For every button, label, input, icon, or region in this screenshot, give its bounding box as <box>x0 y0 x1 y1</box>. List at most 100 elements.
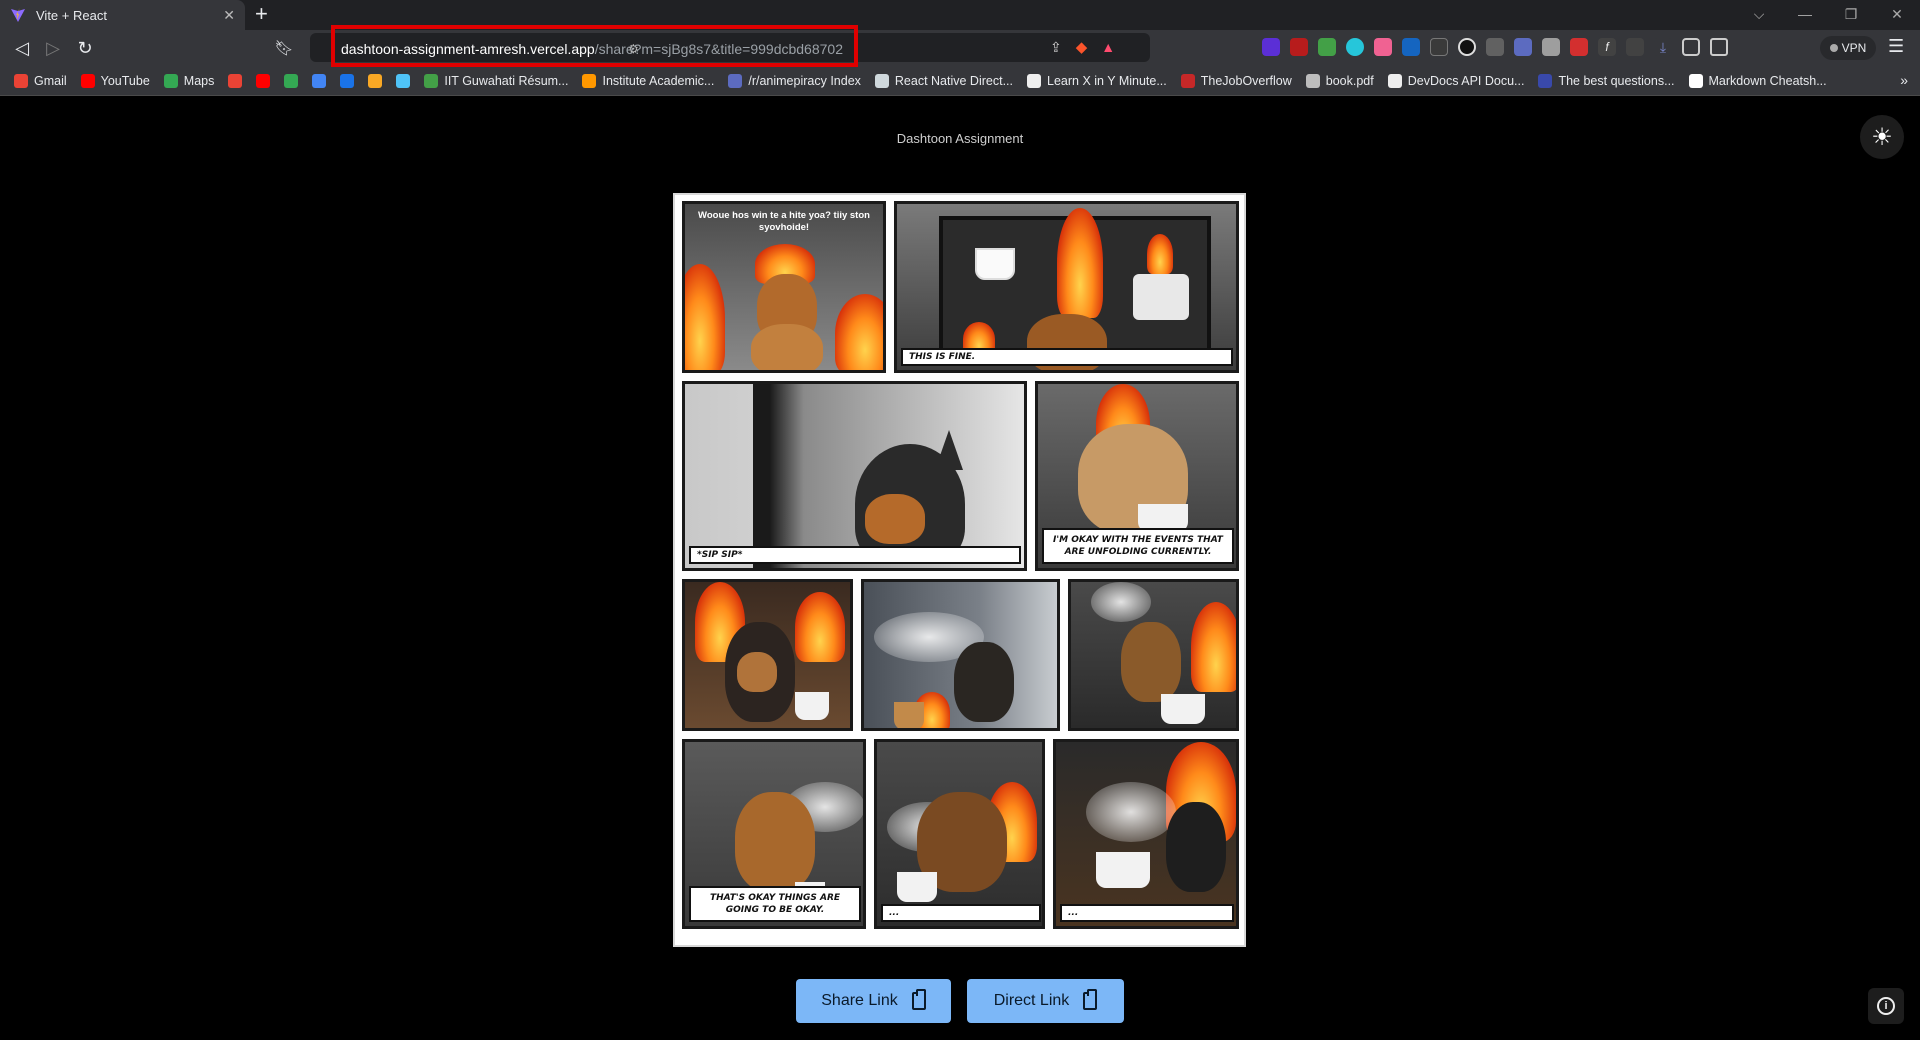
navigation-bar: ◁ ▷ ↻ 🔖︎ ⚙ dashtoon-assignment-amresh.ve… <box>0 30 1920 66</box>
address-bar[interactable]: ⚙ dashtoon-assignment-amresh.vercel.app/… <box>310 33 1150 62</box>
bookmark-item[interactable]: Markdown Cheatsh... <box>1688 73 1827 88</box>
bookmark-label: /r/animepiracy Index <box>748 73 861 88</box>
bookmark-label: Learn X in Y Minute... <box>1047 73 1167 88</box>
minimize-icon[interactable]: — <box>1782 0 1828 30</box>
direct-link-label: Direct Link <box>993 992 1070 1009</box>
tab-close-icon[interactable]: ✕ <box>223 7 235 24</box>
bookmark-favicon-icon <box>728 73 743 88</box>
menu-icon[interactable]: ☰ <box>1888 36 1904 57</box>
bookmark-item[interactable] <box>340 73 360 88</box>
extension-icon[interactable] <box>1458 38 1476 56</box>
bookmark-label: The best questions... <box>1558 73 1675 88</box>
info-button[interactable]: i <box>1868 988 1904 1024</box>
wallet-icon[interactable] <box>1710 38 1728 56</box>
extension-icon[interactable] <box>1374 38 1392 56</box>
vpn-button[interactable]: VPN <box>1820 36 1876 60</box>
json-icon[interactable] <box>1430 38 1448 56</box>
comic-panel-10: ... <box>1053 739 1239 929</box>
window-close-icon[interactable]: ✕ <box>1874 0 1920 30</box>
bookmark-label: Institute Academic... <box>602 73 715 88</box>
bookmark-item[interactable] <box>368 73 388 88</box>
share-icon[interactable]: ⇪ <box>1050 39 1062 56</box>
bookmark-icon[interactable]: 🔖︎ <box>272 36 296 60</box>
ublock-icon[interactable] <box>1290 38 1308 56</box>
bookmark-favicon-icon <box>1538 73 1553 88</box>
react-devtools-icon[interactable] <box>1346 38 1364 56</box>
direct-link-button[interactable]: Direct Link <box>967 979 1124 1023</box>
panel-2-caption: This is fine. <box>901 348 1233 366</box>
bookmark-item[interactable] <box>396 73 416 88</box>
restore-icon[interactable]: ❐ <box>1828 0 1874 30</box>
reload-icon[interactable]: ↻ <box>73 36 97 60</box>
extension-icon[interactable] <box>1402 38 1420 56</box>
bookmark-favicon-icon <box>1688 73 1703 88</box>
extensions-puzzle-icon[interactable] <box>1626 38 1644 56</box>
share-link-button[interactable]: Share Link <box>796 979 951 1023</box>
function-icon[interactable]: f <box>1598 38 1616 56</box>
vite-favicon-icon <box>11 8 25 22</box>
extensions-row: f ⤓ <box>1262 38 1728 56</box>
bookmark-item[interactable]: Gmail <box>14 73 67 88</box>
bookmark-favicon-icon <box>312 73 327 88</box>
bookmark-item[interactable]: The best questions... <box>1538 73 1675 88</box>
comic-panel-9: ... <box>874 739 1045 929</box>
bookmark-item[interactable]: Institute Academic... <box>582 73 715 88</box>
extension-icon[interactable] <box>1486 38 1504 56</box>
bookmark-item[interactable]: React Native Direct... <box>874 73 1013 88</box>
url-text[interactable]: dashtoon-assignment-amresh.vercel.app/sh… <box>341 41 843 57</box>
bookmark-item[interactable]: Learn X in Y Minute... <box>1027 73 1167 88</box>
bookmark-label: IIT Guwahati Résum... <box>444 73 569 88</box>
bookmark-favicon-icon <box>582 73 597 88</box>
bookmark-favicon-icon <box>396 73 411 88</box>
panel-10-caption: ... <box>1060 904 1234 922</box>
bookmark-item[interactable] <box>312 73 332 88</box>
bookmark-favicon-icon <box>1387 73 1402 88</box>
bookmark-item[interactable]: /r/animepiracy Index <box>728 73 861 88</box>
bookmarks-overflow-icon[interactable]: » <box>1900 72 1908 88</box>
bookmark-favicon-icon <box>1027 73 1041 88</box>
comic-panel-1: Wooue hos win te a hite yoa? tiiy ston s… <box>682 201 886 373</box>
clipboard-icon <box>1083 989 1098 1010</box>
comic-panel-7 <box>1068 579 1239 731</box>
comic-panel-2: This is fine. <box>894 201 1239 373</box>
bookmark-favicon-icon <box>340 73 355 88</box>
extension-icon[interactable] <box>1542 38 1560 56</box>
clipboard-icon <box>911 989 926 1010</box>
bookmark-item[interactable]: book.pdf <box>1305 73 1374 88</box>
bookmark-item[interactable] <box>228 73 248 88</box>
extension-icon[interactable] <box>1318 38 1336 56</box>
bookmark-favicon-icon <box>80 73 95 88</box>
download-icon[interactable]: ⤓ <box>1654 38 1672 56</box>
pdf-icon[interactable] <box>1570 38 1588 56</box>
bookmark-favicon-icon <box>228 73 243 88</box>
extension-icon[interactable] <box>1262 38 1280 56</box>
extension-icon[interactable] <box>1514 38 1532 56</box>
bookmark-favicon-icon <box>284 73 299 88</box>
sidebar-icon[interactable] <box>1682 38 1700 56</box>
tab-bar: Vite + React ✕ + ⌵ — ❐ ✕ <box>0 0 1920 30</box>
back-icon[interactable]: ◁ <box>10 36 34 60</box>
bookmark-item[interactable]: YouTube <box>80 73 150 88</box>
bookmark-favicon-icon <box>368 73 383 88</box>
browser-tab[interactable]: Vite + React ✕ <box>0 0 245 30</box>
share-link-label: Share Link <box>821 992 898 1009</box>
bookmark-label: Gmail <box>34 73 67 88</box>
bookmark-item[interactable]: Maps <box>163 73 215 88</box>
panel-8-caption: That's okay things are going to be okay. <box>689 886 861 922</box>
bookmark-item[interactable] <box>256 73 276 88</box>
brave-rewards-icon[interactable]: ▲ <box>1101 39 1115 55</box>
new-tab-icon[interactable]: + <box>255 3 268 25</box>
comic-panel-6 <box>861 579 1060 731</box>
bookmark-item[interactable] <box>284 73 304 88</box>
bookmark-label: Maps <box>183 73 215 88</box>
theme-toggle-sun-icon[interactable]: ☀ <box>1860 115 1904 159</box>
forward-icon[interactable]: ▷ <box>41 36 65 60</box>
brave-shield-icon[interactable]: ◆ <box>1076 38 1088 56</box>
panel-4-caption: I'm okay with the events that are unfold… <box>1042 528 1234 564</box>
bookmark-label: TheJobOverflow <box>1200 73 1292 88</box>
page-content: Dashtoon Assignment ☀ Wooue hos win te a… <box>0 97 1920 1040</box>
bookmark-item[interactable]: DevDocs API Docu... <box>1387 73 1524 88</box>
tab-search-icon[interactable]: ⌵ <box>1736 0 1782 30</box>
bookmark-item[interactable]: IIT Guwahati Résum... <box>424 73 569 88</box>
bookmark-item[interactable]: TheJobOverflow <box>1180 73 1292 88</box>
